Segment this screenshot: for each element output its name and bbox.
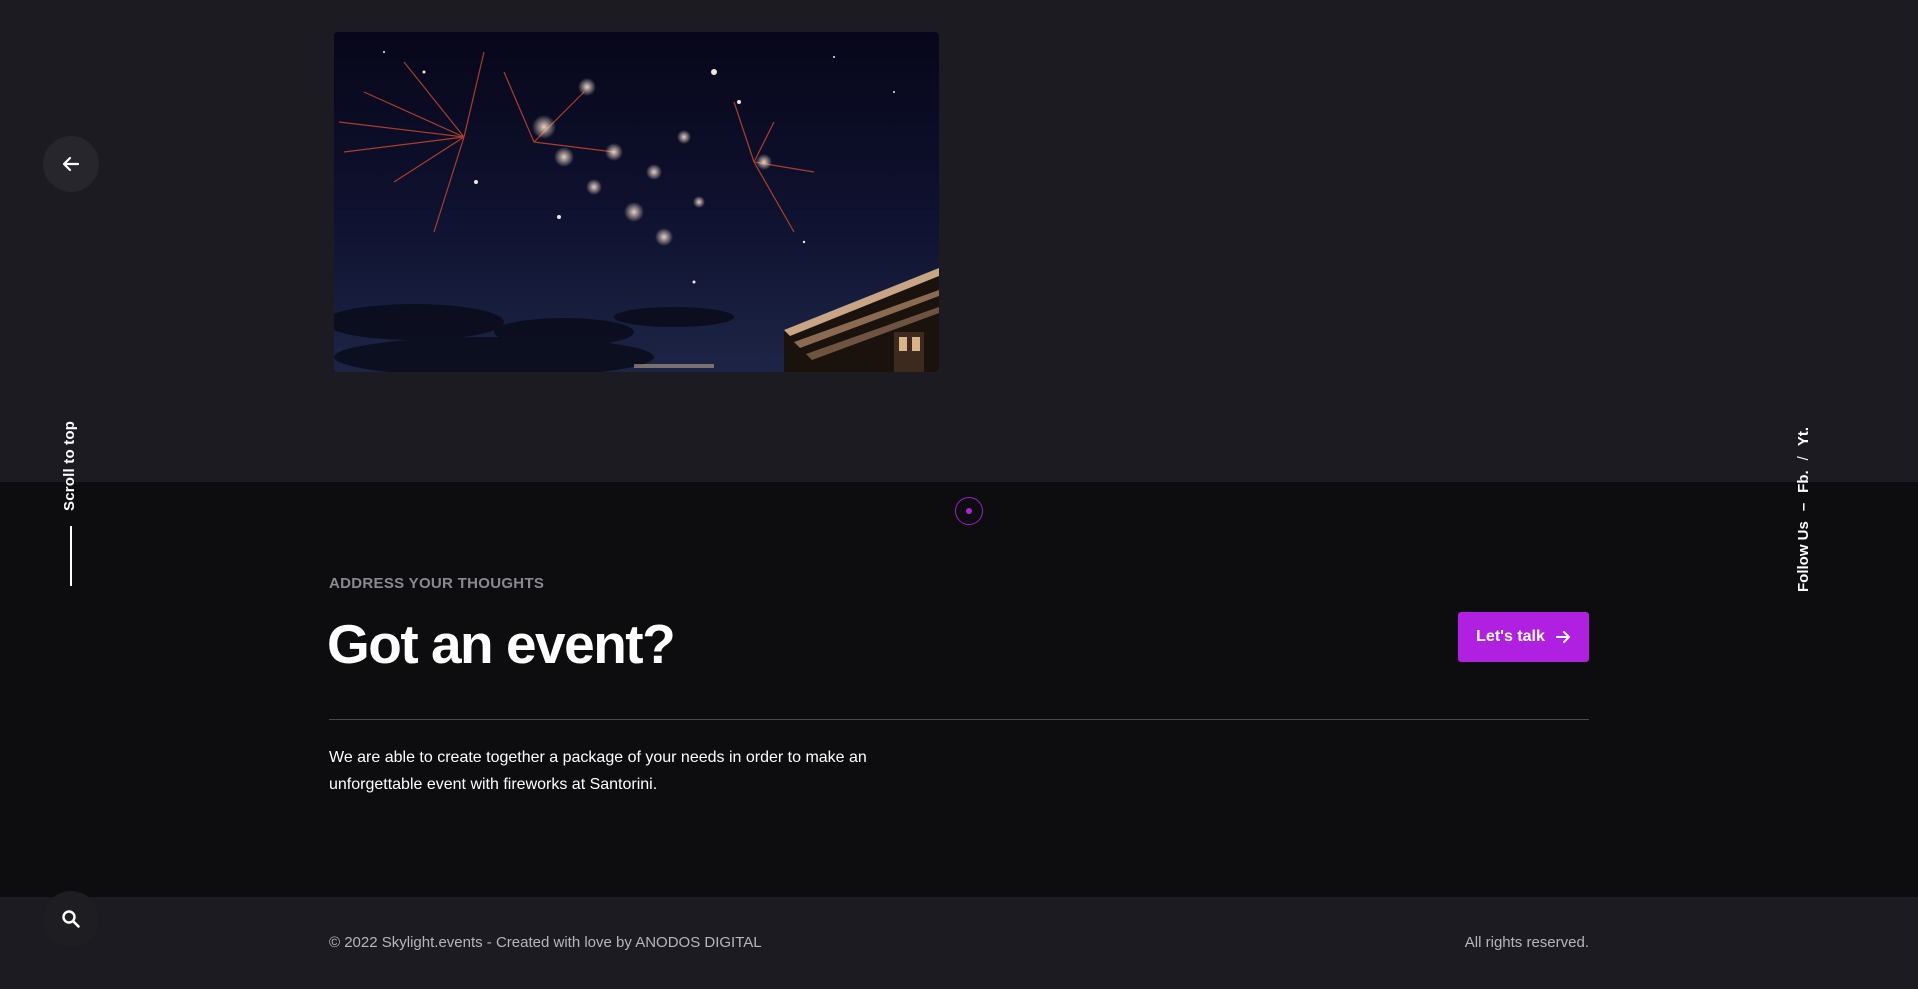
lets-talk-label: Let's talk [1476,628,1545,645]
search-icon [62,910,80,928]
event-cta-section [0,482,1918,897]
facebook-link[interactable]: Fb. [1795,470,1812,493]
link-separator: / [1794,456,1812,461]
arrow-left-icon [62,156,80,172]
follow-us: Follow Us – Fb. / Yt. [1792,420,1814,595]
section-indicator [955,497,983,525]
event-description: We are able to create together a package… [329,749,867,793]
gallery-section [0,0,1918,482]
scroll-to-top-line [70,526,72,586]
back-button[interactable] [43,136,99,192]
fireworks-photo [334,32,939,372]
section-eyebrow: ADDRESS YOUR THOUGHTS [329,575,545,592]
divider [329,719,1589,720]
youtube-link[interactable]: Yt. [1795,427,1812,446]
rights-text: All rights reserved. [1464,934,1589,951]
page-title: Got an event? [327,613,676,675]
indicator-dot [966,508,972,514]
lets-talk-button[interactable]: Let's talk [1458,612,1589,662]
scroll-to-top[interactable]: Scroll to top [50,420,90,594]
arrow-right-icon [1555,631,1570,643]
follow-us-separator: – [1794,502,1812,512]
follow-us-label: Follow Us [1794,521,1812,592]
page: Scroll to top Follow Us – Fb. / Yt. ADDR… [0,0,1918,989]
scroll-to-top-label: Scroll to top [61,420,78,511]
copyright-text: © 2022 Skylight.events - Created with lo… [329,934,762,951]
footer [0,897,1918,989]
search-button[interactable] [43,891,99,947]
